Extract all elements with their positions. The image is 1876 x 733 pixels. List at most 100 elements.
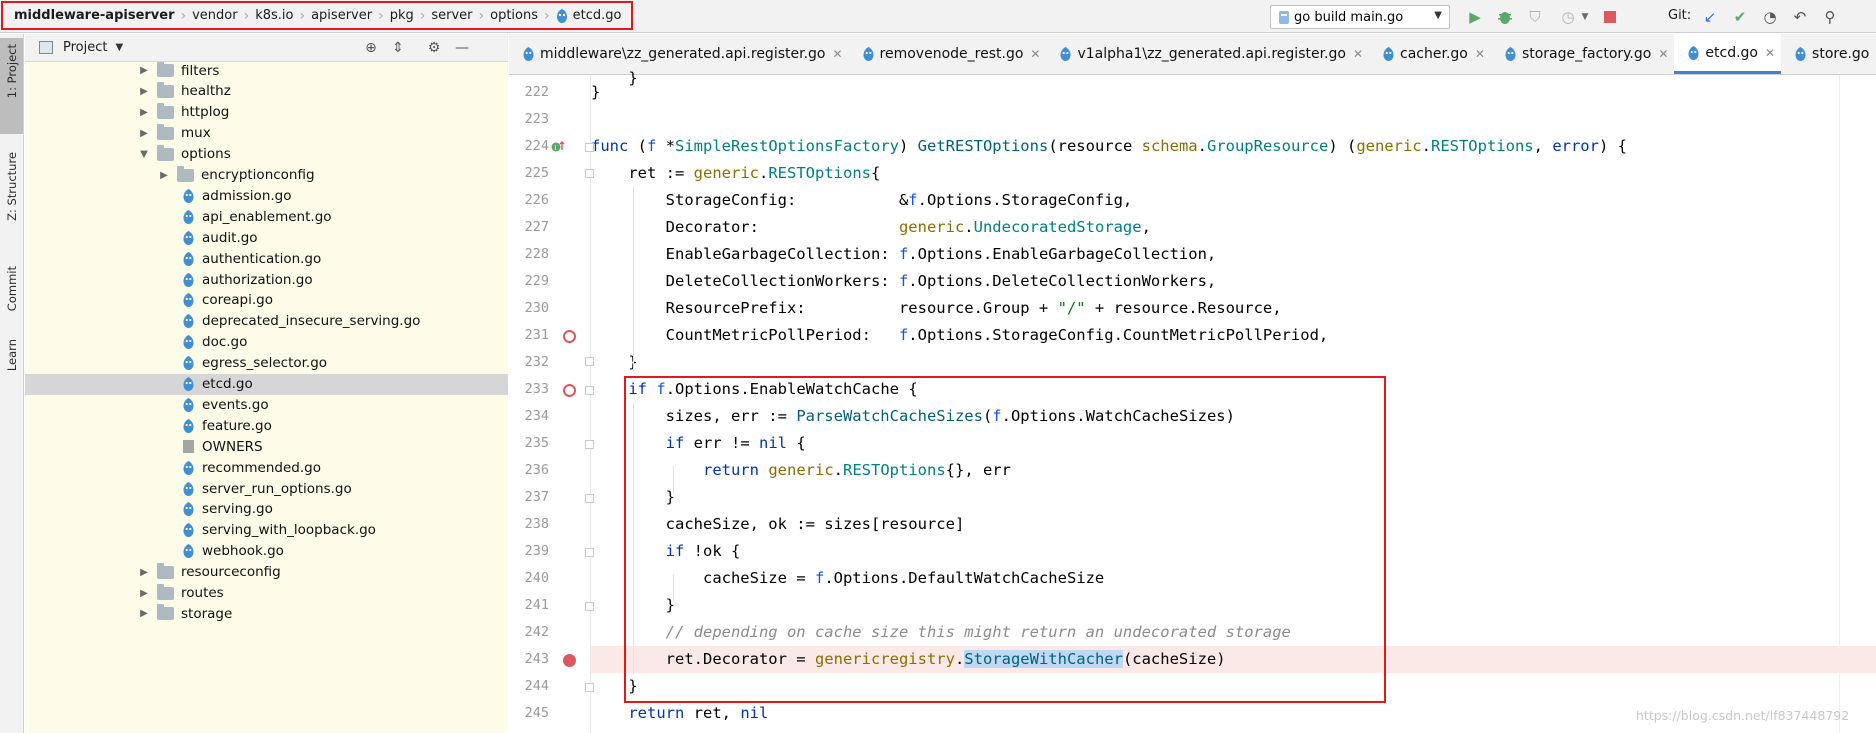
breadcrumb-item-file[interactable]: etcd.go	[573, 8, 622, 23]
tree-folder-item[interactable]: ▶ resourceconfig	[25, 562, 508, 583]
run-with-coverage-icon[interactable]: ⛉	[1525, 7, 1545, 27]
close-icon[interactable]: ✕	[1765, 46, 1775, 60]
debug-icon[interactable]	[1495, 7, 1515, 27]
go-file-icon	[183, 209, 194, 224]
tree-file-item[interactable]: events.go	[25, 394, 508, 415]
collapse-all-icon[interactable]: ⇕	[389, 39, 407, 57]
go-file-icon	[183, 418, 194, 433]
tree-file-item[interactable]: feature.go	[25, 415, 508, 436]
gear-icon[interactable]: ⚙	[425, 39, 443, 57]
breadcrumb-item-server[interactable]: server	[431, 8, 472, 23]
go-file-icon	[183, 335, 194, 350]
tree-folder-item[interactable]: ▶ httplog	[25, 102, 508, 123]
breadcrumb-item-pkg[interactable]: pkg	[390, 8, 414, 23]
line-number: 228	[524, 246, 549, 262]
rollback-icon[interactable]: ↶	[1790, 7, 1810, 27]
breadcrumb-item-options[interactable]: options	[490, 8, 538, 23]
tree-file-item[interactable]: server_run_options.go	[25, 478, 508, 499]
line-number: 233	[524, 381, 549, 397]
vcs-update-icon[interactable]: ↙	[1700, 7, 1720, 27]
tree-item-label: serving.go	[202, 501, 273, 518]
fold-marker-icon[interactable]	[585, 440, 594, 449]
run-configuration-select[interactable]: go build main.go ▼	[1270, 5, 1450, 29]
close-icon[interactable]: ✕	[832, 47, 842, 61]
chevron-right-icon[interactable]: ▶	[137, 65, 151, 76]
history-icon[interactable]: ◔	[1760, 7, 1780, 27]
tree-folder-item[interactable]: ▶ routes	[25, 583, 508, 604]
go-file-icon	[556, 8, 568, 23]
stop-icon[interactable]	[1600, 7, 1620, 27]
tree-file-item[interactable]: OWNERS	[25, 436, 508, 457]
code-line: }	[591, 353, 638, 371]
breadcrumb-item-k8s[interactable]: k8s.io	[255, 8, 293, 23]
project-tool-button[interactable]: 1: Project	[0, 38, 23, 134]
tree-file-item[interactable]: audit.go	[25, 227, 508, 248]
breakpoint-icon[interactable]	[563, 384, 576, 397]
fold-marker-icon[interactable]	[585, 494, 594, 503]
tree-file-item[interactable]: serving_with_loopback.go	[25, 520, 508, 541]
vcs-commit-icon[interactable]: ✔	[1730, 7, 1750, 27]
breadcrumb-item-project[interactable]: middleware-apiserver	[14, 8, 175, 23]
chevron-down-icon[interactable]: ▼	[137, 149, 151, 160]
tree-folder-item[interactable]: ▶ filters	[25, 62, 508, 81]
svg-text:I: I	[554, 144, 556, 152]
hide-panel-icon[interactable]: —	[453, 39, 471, 57]
tree-file-item[interactable]: recommended.go	[25, 457, 508, 478]
chevron-down-icon[interactable]: ▼	[115, 42, 123, 53]
tree-file-item[interactable]: egress_selector.go	[25, 353, 508, 374]
chevron-right-icon[interactable]: ▶	[137, 107, 151, 118]
chevron-right-icon[interactable]: ▶	[137, 567, 151, 578]
structure-tool-button[interactable]: Z: Structure	[0, 152, 23, 250]
chevron-right-icon[interactable]: ▶	[137, 128, 151, 139]
breakpoint-active-icon[interactable]	[563, 654, 576, 667]
fold-marker-icon[interactable]	[585, 602, 594, 611]
chevron-right-icon[interactable]: ▶	[157, 170, 171, 181]
tree-file-item[interactable]: deprecated_insecure_serving.go	[25, 311, 508, 332]
go-file-icon	[183, 272, 194, 287]
fold-marker-icon[interactable]	[585, 548, 594, 557]
close-icon[interactable]: ✕	[1030, 47, 1040, 61]
line-number: 235	[524, 435, 549, 451]
tree-file-item[interactable]: api_enablement.go	[25, 206, 508, 227]
tree-item-label: admission.go	[202, 187, 292, 204]
implements-method-icon[interactable]: I	[551, 140, 565, 154]
fold-marker-icon[interactable]	[585, 386, 594, 395]
more-run-actions-icon[interactable]: ▼	[1575, 7, 1595, 27]
tree-file-item[interactable]: coreapi.go	[25, 290, 508, 311]
fold-marker-icon[interactable]	[585, 357, 594, 366]
tree-item-label: etcd.go	[202, 376, 253, 392]
learn-tool-label: Learn	[4, 339, 19, 372]
fold-marker-icon[interactable]	[585, 143, 594, 152]
close-icon[interactable]: ✕	[1475, 47, 1485, 61]
fold-marker-icon[interactable]	[585, 683, 594, 692]
tree-folder-item[interactable]: ▶ encryptionconfig	[25, 165, 508, 186]
tree-file-item[interactable]: doc.go	[25, 332, 508, 353]
fold-marker-icon[interactable]	[585, 169, 594, 178]
tree-folder-item[interactable]: ▶ storage	[25, 603, 508, 624]
breakpoint-icon[interactable]	[563, 330, 576, 343]
project-panel-title[interactable]: Project	[63, 40, 107, 55]
breadcrumb-item-vendor[interactable]: vendor	[192, 8, 237, 23]
tree-file-item[interactable]: admission.go	[25, 185, 508, 206]
chevron-right-icon[interactable]: ▶	[137, 608, 151, 619]
learn-tool-button[interactable]: Learn	[0, 339, 23, 394]
chevron-right-icon[interactable]: ▶	[137, 86, 151, 97]
commit-tool-button[interactable]: Commit	[0, 266, 23, 328]
tree-file-item[interactable]: authorization.go	[25, 269, 508, 290]
tree-file-item[interactable]: serving.go	[25, 499, 508, 520]
tree-folder-item[interactable]: ▼ options	[25, 144, 508, 165]
tree-item-label: resourceconfig	[181, 564, 281, 581]
go-file-icon	[183, 230, 194, 245]
breadcrumb-item-apiserver[interactable]: apiserver	[311, 8, 372, 23]
tree-file-item[interactable]: etcd.go	[25, 373, 508, 395]
close-icon[interactable]: ✕	[1658, 47, 1668, 61]
tree-file-item[interactable]: webhook.go	[25, 541, 508, 562]
chevron-right-icon[interactable]: ▶	[137, 588, 151, 599]
tree-folder-item[interactable]: ▶ mux	[25, 123, 508, 144]
search-icon[interactable]: ⚲	[1820, 7, 1840, 27]
run-icon[interactable]: ▶	[1465, 7, 1485, 27]
tree-folder-item[interactable]: ▶ healthz	[25, 81, 508, 102]
locate-file-icon[interactable]: ⊕	[362, 39, 380, 57]
close-icon[interactable]: ✕	[1353, 47, 1363, 61]
tree-file-item[interactable]: authentication.go	[25, 248, 508, 269]
